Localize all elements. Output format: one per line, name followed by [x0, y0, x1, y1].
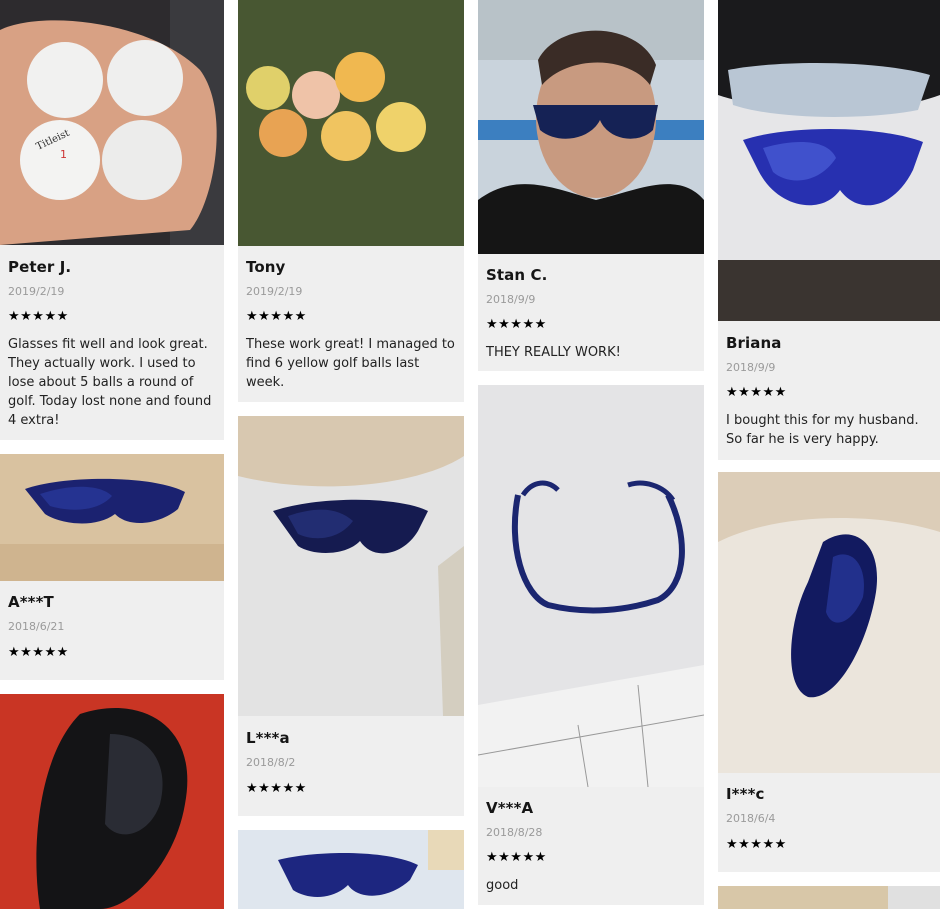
- review-date: 2018/6/4: [726, 812, 776, 825]
- review-author: V***A: [486, 799, 534, 817]
- rating-stars: ★★★★★: [486, 317, 547, 332]
- rating-stars: ★★★★★: [246, 781, 307, 796]
- review-author: Stan C.: [486, 266, 548, 284]
- review-text: Glasses fit well and look great. They ac…: [8, 337, 212, 428]
- review-photo-man-wearing-glasses[interactable]: [478, 0, 704, 254]
- review-date: 2018/6/21: [8, 620, 65, 633]
- review-text: THEY REALLY WORK!: [486, 345, 621, 360]
- rating-stars: ★★★★★: [8, 309, 69, 324]
- review-author: Peter J.: [8, 258, 72, 276]
- review-card: Tony 2019/2/19 ★★★★★ These work great! I…: [238, 0, 464, 402]
- review-card: A***T 2018/6/21 ★★★★★: [0, 454, 224, 680]
- review-text: good: [486, 878, 519, 893]
- review-photo-glasses-open[interactable]: [478, 385, 704, 787]
- review-card: Titleist 1 Peter J. 2019/2/19 ★★★★★ Glas…: [0, 0, 224, 440]
- review-author: Briana: [726, 334, 782, 352]
- review-author: A***T: [8, 593, 54, 611]
- review-photo-glasses-on-white[interactable]: [238, 416, 464, 716]
- review-photo-glasses-on-table[interactable]: [0, 454, 224, 581]
- review-photo[interactable]: [718, 886, 940, 909]
- review-photo-glasses-in-bag[interactable]: [238, 830, 464, 909]
- review-text: These work great! I managed to find 6 ye…: [246, 337, 455, 390]
- rating-stars: ★★★★★: [486, 850, 547, 865]
- svg-text:1: 1: [60, 148, 67, 161]
- review-date: 2018/9/9: [726, 361, 776, 374]
- review-date: 2019/2/19: [246, 285, 303, 298]
- review-date: 2018/8/28: [486, 826, 543, 839]
- review-photo-glasses-with-case[interactable]: [718, 0, 940, 321]
- review-date: 2018/8/2: [246, 756, 296, 769]
- rating-stars: ★★★★★: [8, 645, 69, 660]
- review-date: 2019/2/19: [8, 285, 65, 298]
- review-photo-glasses-on-red[interactable]: [0, 694, 224, 909]
- rating-stars: ★★★★★: [246, 309, 307, 324]
- review-card: [718, 886, 940, 909]
- review-text: I bought this for my husband. So far he …: [726, 413, 919, 447]
- review-photo-golf-balls-in-hand[interactable]: Titleist 1: [0, 0, 224, 245]
- review-author: L***a: [246, 729, 290, 747]
- review-date: 2018/9/9: [486, 293, 536, 306]
- review-author: I***c: [726, 785, 765, 803]
- review-photo-glasses-on-cloth[interactable]: [718, 472, 940, 773]
- review-card: L***a 2018/8/2 ★★★★★: [238, 416, 464, 816]
- rating-stars: ★★★★★: [726, 837, 787, 852]
- review-photo-golf-balls-on-grass[interactable]: [238, 0, 464, 246]
- review-card: Briana 2018/9/9 ★★★★★ I bought this for …: [718, 0, 940, 460]
- review-card: [0, 694, 224, 909]
- rating-stars: ★★★★★: [726, 385, 787, 400]
- review-author: Tony: [246, 258, 286, 276]
- review-card: V***A 2018/8/28 ★★★★★ good: [478, 385, 704, 905]
- review-card: Stan C. 2018/9/9 ★★★★★ THEY REALLY WORK!: [478, 0, 704, 371]
- review-card: [238, 830, 464, 909]
- review-card: I***c 2018/6/4 ★★★★★: [718, 472, 940, 872]
